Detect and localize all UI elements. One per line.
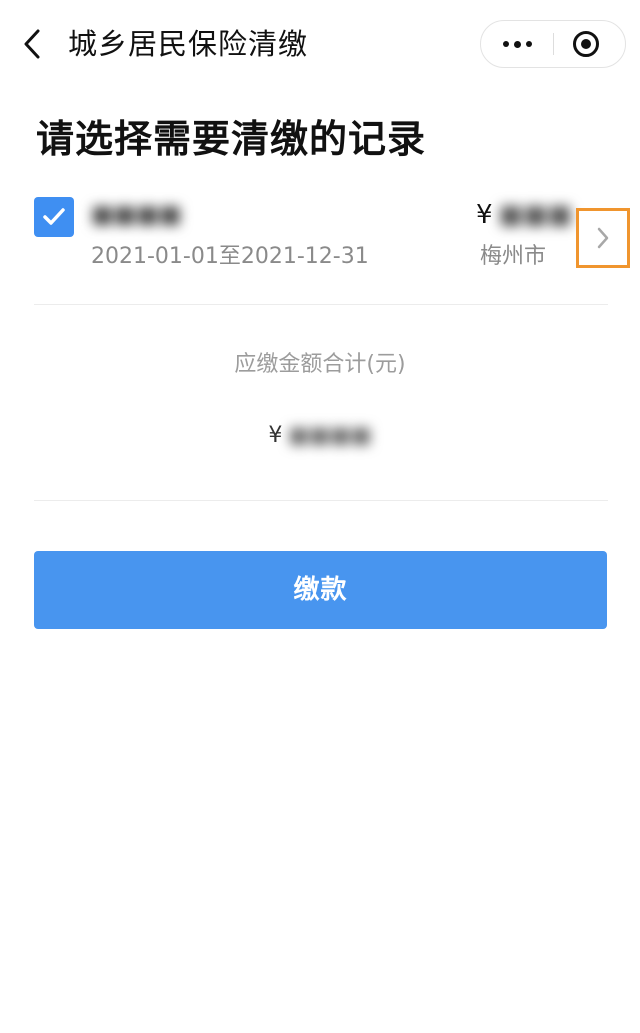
more-dot (514, 40, 521, 48)
record-city: 梅州市 (480, 244, 547, 269)
mini-program-capsule (480, 20, 626, 68)
navigation-bar: 城乡居民保险清缴 (0, 0, 640, 90)
checkmark-icon (43, 208, 65, 225)
currency-symbol: ¥ (268, 423, 283, 448)
record-detail-button[interactable] (576, 208, 630, 268)
record-amount: ¥ ■■■ (476, 198, 572, 232)
more-button[interactable] (481, 21, 553, 66)
currency-symbol: ¥ (476, 200, 493, 230)
total-label: 应缴金额合计(元) (234, 352, 406, 377)
more-dots-icon (503, 41, 509, 47)
total-amount-value: ■■■■ (288, 423, 372, 448)
target-close-core (581, 39, 591, 49)
record-period: 2021-01-01至2021-12-31 (91, 244, 369, 269)
chevron-left-icon (24, 29, 40, 59)
page-title: 请选择需要清缴的记录 (36, 117, 427, 161)
back-button[interactable] (18, 26, 50, 62)
chevron-right-icon (597, 227, 609, 249)
record-checkbox[interactable] (34, 197, 74, 237)
pay-button[interactable]: 缴款 (34, 551, 607, 629)
record-amount-value: ■■■ (498, 200, 573, 230)
close-button[interactable] (554, 21, 626, 66)
divider (34, 500, 608, 501)
divider (34, 304, 608, 305)
list-item[interactable]: ■■■■ 2021-01-01至2021-12-31 ¥ ■■■ 梅州市 (34, 190, 630, 280)
total-amount: ¥ ■■■■ (0, 421, 640, 451)
nav-title: 城乡居民保险清缴 (68, 27, 309, 61)
record-name: ■■■■ (91, 200, 182, 228)
more-dot (526, 41, 532, 47)
